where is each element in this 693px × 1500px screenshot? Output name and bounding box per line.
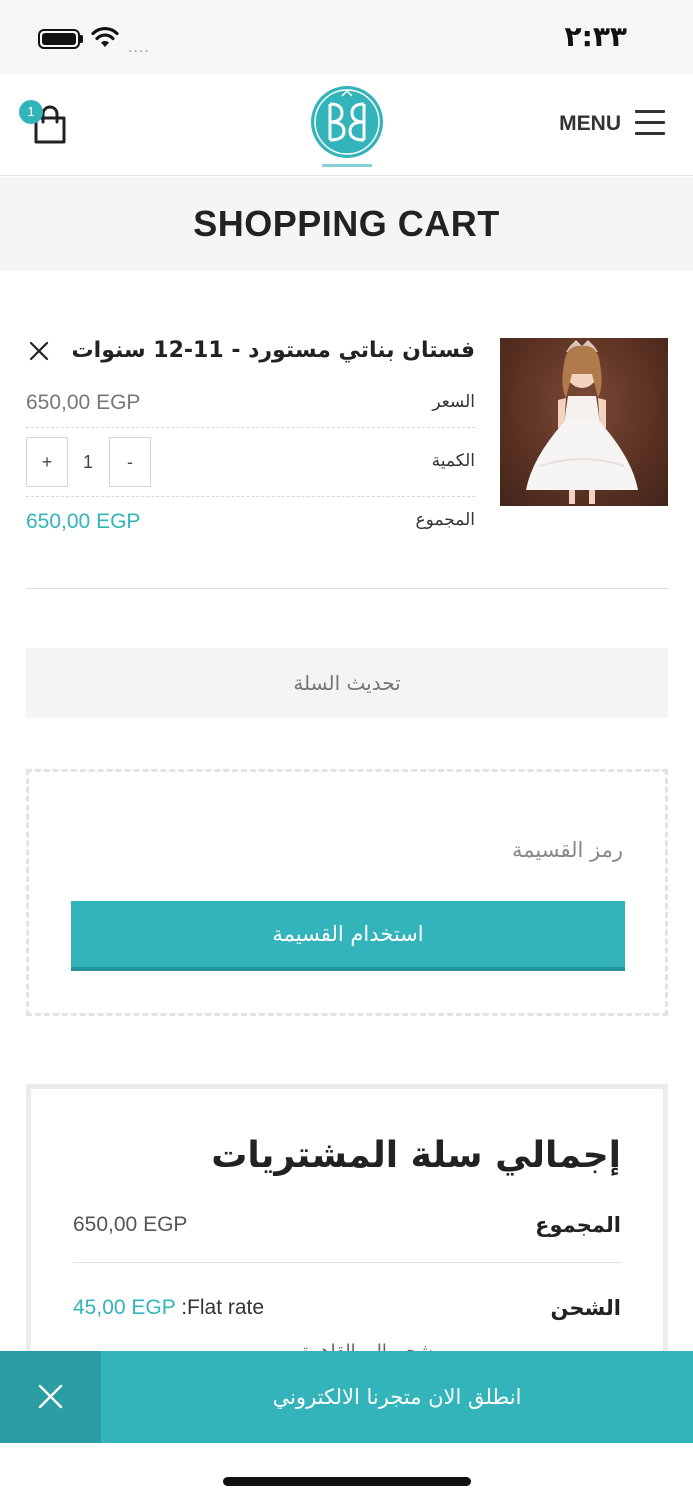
quantity-input[interactable]: 1 bbox=[76, 437, 100, 487]
coupon-placeholder: رمز القسيمة bbox=[512, 838, 623, 862]
shipping-method: :Flat rate bbox=[181, 1296, 265, 1319]
status-bar: .... ٢:٣٣ bbox=[0, 0, 693, 74]
subtotal-value: 650,00 EGP bbox=[26, 510, 141, 533]
row-divider bbox=[26, 496, 475, 497]
banner-text: انطلق الان متجرنا الالكتروني bbox=[272, 1385, 522, 1409]
cart-totals: إجمالي سلة المشتريات المجموع 650,00 EGP … bbox=[26, 1084, 668, 1384]
shipping-value: 45,00 EGP bbox=[73, 1296, 176, 1319]
quantity-label: الكمية bbox=[431, 451, 475, 471]
banner-close-button[interactable] bbox=[0, 1351, 101, 1443]
subtotal-label: المجموع bbox=[415, 510, 475, 530]
status-time: ٢:٣٣ bbox=[564, 20, 627, 53]
product-name[interactable]: فستان بناتي مستورد - 11-12 سنوات bbox=[55, 338, 475, 363]
update-cart-button[interactable]: تحديث السلة bbox=[26, 648, 668, 718]
coupon-section: رمز القسيمة استخدام القسيمة bbox=[26, 769, 668, 1016]
price-value: 650,00 EGP bbox=[26, 391, 141, 414]
cart-count-badge: 1 bbox=[19, 100, 43, 124]
hamburger-menu-icon[interactable] bbox=[635, 110, 665, 136]
site-header: 1 MENU bbox=[0, 74, 693, 176]
battery-icon bbox=[38, 29, 80, 49]
section-divider bbox=[26, 588, 668, 589]
shipping-label: الشحن bbox=[550, 1296, 622, 1320]
quantity-increase-button[interactable]: + bbox=[26, 437, 68, 487]
close-icon bbox=[38, 1384, 63, 1409]
cart-totals-title: إجمالي سلة المشتريات bbox=[211, 1135, 621, 1176]
page-title-band: SHOPPING CART bbox=[0, 177, 693, 271]
home-indicator[interactable] bbox=[223, 1477, 471, 1486]
totals-subtotal-value: 650,00 EGP bbox=[73, 1213, 188, 1236]
quantity-decrease-button[interactable]: - bbox=[109, 437, 151, 487]
signal-icon: .... bbox=[128, 40, 150, 56]
totals-subtotal-label: المجموع bbox=[535, 1213, 621, 1237]
product-dress-illustration bbox=[526, 340, 638, 504]
menu-label[interactable]: MENU bbox=[559, 112, 621, 136]
price-label: السعر bbox=[432, 392, 475, 412]
brand-logo-icon[interactable] bbox=[308, 82, 386, 172]
store-notice-banner: انطلق الان متجرنا الالكتروني bbox=[0, 1351, 693, 1443]
row-divider bbox=[26, 427, 475, 428]
product-image[interactable] bbox=[500, 338, 668, 506]
battery-cap bbox=[80, 35, 83, 43]
page-title: SHOPPING CART bbox=[193, 203, 500, 244]
remove-item-icon[interactable] bbox=[26, 338, 52, 364]
apply-coupon-button[interactable]: استخدام القسيمة bbox=[71, 901, 625, 971]
wifi-icon bbox=[91, 26, 119, 47]
shipping-rate: 45,00 EGP :Flat rate bbox=[73, 1296, 264, 1320]
totals-divider bbox=[73, 1262, 622, 1263]
